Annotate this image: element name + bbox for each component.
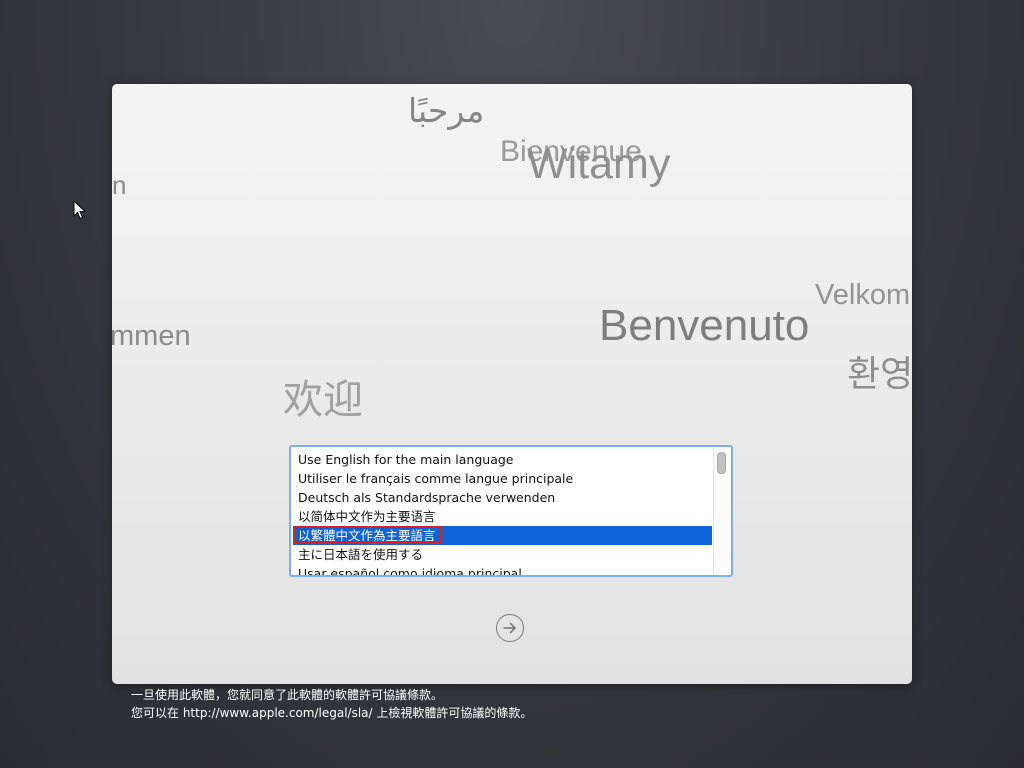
- welcome-panel: مرحبًا Bienvenue Witamy n mmen Velkom Be…: [112, 84, 912, 684]
- greeting-chinese: 欢迎: [283, 378, 363, 422]
- greeting-partial-left-2: mmen: [112, 320, 191, 352]
- language-option-german[interactable]: Deutsch als Standardsprache verwenden: [293, 488, 712, 507]
- selected-language-label: 以繁體中文作為主要語言: [298, 528, 436, 543]
- greeting-partial-left-1: n: [112, 170, 127, 200]
- scrollbar-thumb[interactable]: [717, 452, 726, 474]
- language-option-english[interactable]: Use English for the main language: [293, 450, 712, 469]
- language-option-simplified-chinese[interactable]: 以简体中文作为主要语言: [293, 507, 712, 526]
- language-list[interactable]: Use English for the main language Utilis…: [289, 445, 733, 577]
- greeting-italian: Benvenuto: [599, 301, 810, 350]
- license-notice: 一旦使用此軟體，您就同意了此軟體的軟體許可協議條款。 您可以在 http://w…: [131, 686, 532, 722]
- language-option-french[interactable]: Utiliser le français comme langue princi…: [293, 469, 712, 488]
- greeting-polish: Witamy: [527, 140, 671, 188]
- license-notice-line-2: 您可以在 http://www.apple.com/legal/sla/ 上檢視…: [131, 706, 533, 720]
- greeting-korean: 환영: [847, 353, 912, 394]
- greeting-danish: Velkom: [815, 279, 911, 311]
- license-notice-line-1: 一旦使用此軟體，您就同意了此軟體的軟體許可協議條款。: [131, 688, 444, 702]
- language-option-traditional-chinese[interactable]: 以繁體中文作為主要語言: [293, 526, 712, 545]
- language-option-spanish[interactable]: Usar español como idioma principal: [293, 564, 712, 575]
- greeting-arabic: مرحبًا: [408, 92, 485, 129]
- mouse-cursor-icon: [73, 199, 87, 224]
- list-scrollbar[interactable]: [713, 449, 729, 573]
- arrow-right-circle-icon: [503, 622, 516, 634]
- language-option-japanese[interactable]: 主に日本語を使用する: [293, 545, 712, 564]
- continue-button[interactable]: [496, 614, 524, 642]
